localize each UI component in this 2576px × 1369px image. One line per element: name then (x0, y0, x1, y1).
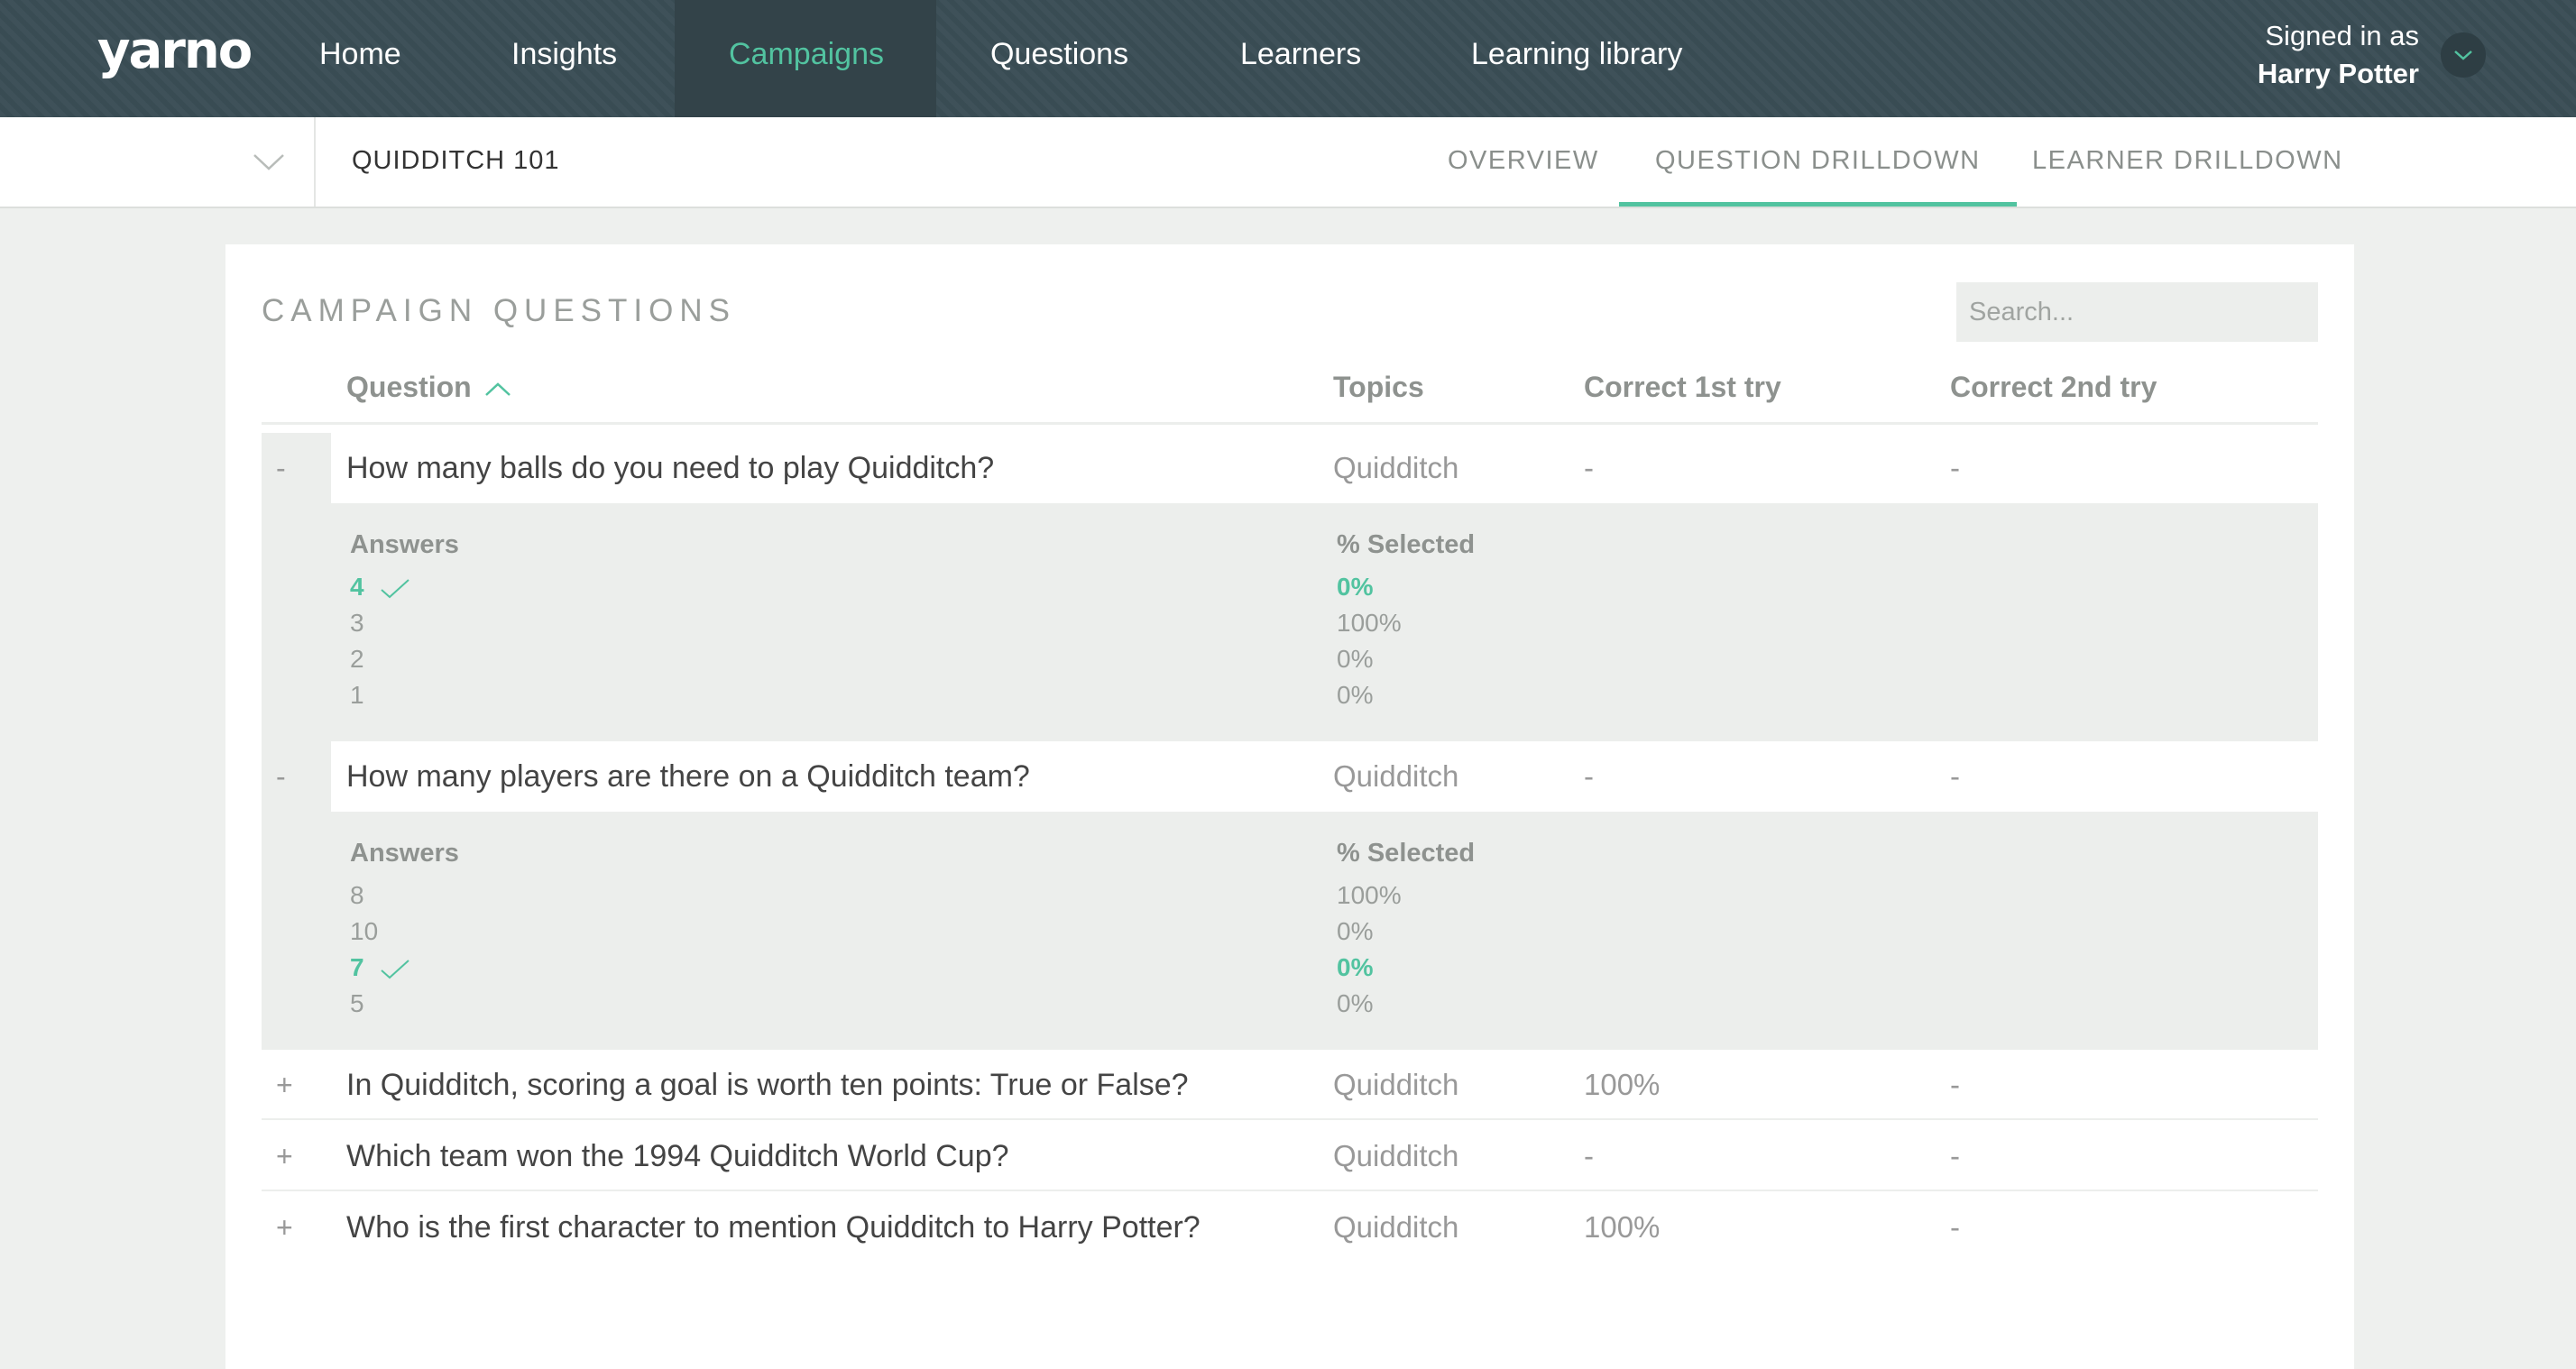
correct-2nd-try-value: - (1950, 451, 1960, 484)
signed-in-block[interactable]: Signed in as Harry Potter (2258, 18, 2419, 94)
correct-2nd-try-value: - (1950, 1068, 1960, 1101)
answer-selected-percent: 0% (1337, 953, 1374, 981)
answer-option: 4 (350, 573, 364, 601)
selected-header: % Selected (1337, 839, 1476, 868)
nav-item-home[interactable]: Home (265, 0, 455, 117)
question-text: Which team won the 1994 Quidditch World … (346, 1139, 1009, 1173)
question-text: Who is the first character to mention Qu… (346, 1210, 1201, 1245)
correct-1st-try-value: - (1584, 451, 1594, 484)
question-topic: Quidditch (1333, 1068, 1459, 1101)
question-text: In Quidditch, scoring a goal is worth te… (346, 1068, 1189, 1102)
answer-option: 3 (350, 609, 364, 637)
table-row[interactable]: + In Quidditch, scoring a goal is worth … (262, 1050, 2318, 1120)
answer-selected-percent: 0% (1337, 917, 1374, 945)
column-header-question[interactable]: Question (346, 371, 511, 404)
answers-panel: Answers % Selected 8 100% 10 0% 7 0% 5 0… (262, 812, 2318, 1050)
column-header-correct-1st-try[interactable]: Correct 1st try (1584, 371, 1781, 404)
answer-selected-percent: 0% (1337, 681, 1374, 709)
table-row[interactable]: + Who is the first character to mention … (262, 1192, 2318, 1263)
tab-learner-drilldown[interactable]: LEARNER DRILLDOWN (1996, 117, 2379, 207)
collapse-toggle[interactable]: - (276, 433, 312, 503)
collapse-toggle[interactable]: - (276, 741, 312, 812)
search-input[interactable] (1956, 282, 2318, 342)
question-text: How many players are there on a Quidditc… (346, 759, 1030, 794)
answer-selected-percent: 0% (1337, 645, 1374, 673)
correct-1st-try-value: 100% (1584, 1210, 1661, 1244)
table-row[interactable]: - How many balls do you need to play Qui… (262, 433, 2318, 503)
table-row[interactable]: + Which team won the 1994 Quidditch Worl… (262, 1121, 2318, 1191)
top-navigation: yarno Home Insights Campaigns Questions … (0, 0, 2576, 117)
signed-in-label: Signed in as (2265, 20, 2419, 51)
table-row[interactable]: - How many players are there on a Quiddi… (262, 741, 2318, 812)
answer-selected-percent: 0% (1337, 573, 1374, 601)
table-header: Question Topics Correct 1st try Correct … (262, 371, 2318, 425)
answer-option: 1 (350, 681, 364, 709)
answer-option: 5 (350, 989, 364, 1017)
tab-overview[interactable]: OVERVIEW (1412, 117, 1635, 207)
column-header-correct-2nd-try[interactable]: Correct 2nd try (1950, 371, 2157, 404)
answer-option: 10 (350, 917, 379, 945)
checkmark-icon (381, 579, 409, 599)
question-topic: Quidditch (1333, 1210, 1459, 1244)
correct-2nd-try-value: - (1950, 759, 1960, 793)
answer-option: 8 (350, 881, 364, 909)
nav-item-campaigns[interactable]: Campaigns (675, 0, 936, 117)
expand-toggle[interactable]: + (276, 1192, 312, 1263)
answer-option: 7 (350, 953, 364, 981)
campaign-dropdown-toggle[interactable] (235, 117, 316, 207)
selected-header: % Selected (1337, 530, 1476, 559)
column-header-topics[interactable]: Topics (1333, 371, 1424, 404)
question-topic: Quidditch (1333, 451, 1459, 484)
panel-title: CAMPAIGN QUESTIONS (262, 293, 736, 328)
answer-selected-percent: 100% (1337, 609, 1402, 637)
correct-1st-try-value: - (1584, 759, 1594, 793)
yarno-logo[interactable]: yarno (97, 22, 253, 80)
expand-toggle[interactable]: + (276, 1050, 312, 1120)
campaign-subbar: QUIDDITCH 101 OVERVIEW QUESTION DRILLDOW… (0, 117, 2576, 208)
campaign-questions-panel: CAMPAIGN QUESTIONS Question Topics Corre… (225, 244, 2354, 1369)
correct-1st-try-value: 100% (1584, 1068, 1661, 1101)
answer-selected-percent: 100% (1337, 881, 1402, 909)
answers-header: Answers (350, 530, 459, 559)
question-topic: Quidditch (1333, 759, 1459, 793)
checkmark-icon (381, 960, 409, 979)
answers-header: Answers (350, 839, 459, 868)
correct-2nd-try-value: - (1950, 1139, 1960, 1172)
nav-item-learning-library[interactable]: Learning library (1417, 0, 1736, 117)
answer-option: 2 (350, 645, 364, 673)
column-header-question-label: Question (346, 371, 472, 403)
question-text: How many balls do you need to play Quidd… (346, 451, 995, 485)
user-menu-toggle[interactable] (2441, 32, 2486, 78)
answer-selected-percent: 0% (1337, 989, 1374, 1017)
answers-panel: Answers % Selected 4 0% 3 100% 2 0% 1 0% (262, 503, 2318, 741)
sort-ascending-icon (484, 381, 511, 396)
correct-1st-try-value: - (1584, 1139, 1594, 1172)
correct-2nd-try-value: - (1950, 1210, 1960, 1244)
tab-question-drilldown[interactable]: QUESTION DRILLDOWN (1619, 117, 2017, 207)
question-topic: Quidditch (1333, 1139, 1459, 1172)
expand-toggle[interactable]: + (276, 1121, 312, 1191)
nav-item-insights[interactable]: Insights (457, 0, 671, 117)
chevron-down-icon (253, 154, 284, 170)
campaign-name: QUIDDITCH 101 (352, 146, 560, 175)
nav-item-questions[interactable]: Questions (936, 0, 1182, 117)
chevron-down-icon (2454, 51, 2472, 60)
user-name: Harry Potter (2257, 58, 2419, 89)
nav-item-learners[interactable]: Learners (1186, 0, 1415, 117)
